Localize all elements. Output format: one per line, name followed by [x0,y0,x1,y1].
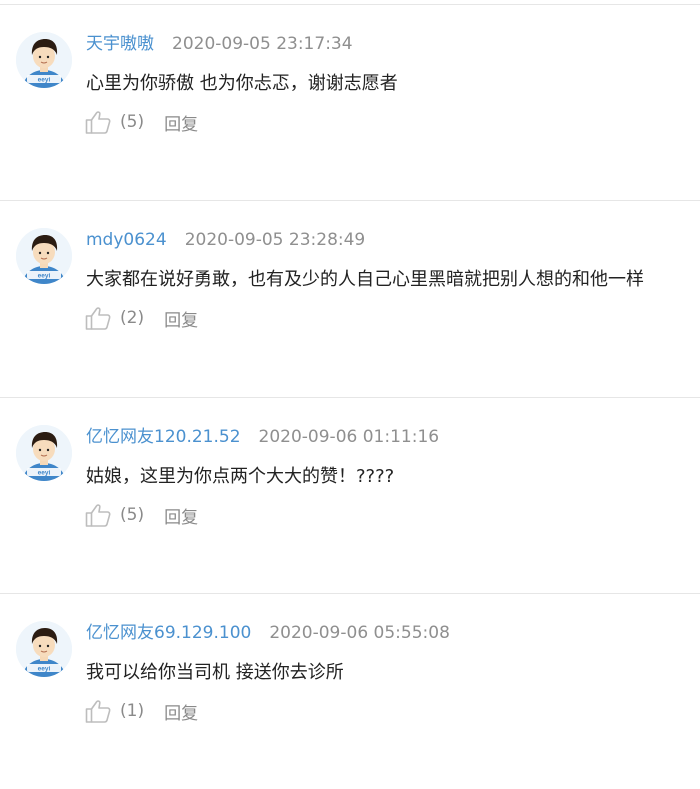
like-count: (2) [120,308,145,328]
comment-text: 大家都在说好勇敢，也有及少的人自己心里黑暗就把别人想的和他一样 [86,269,644,290]
comment-username[interactable]: 天宇嗷嗷 [86,34,154,54]
comment-time: 2020-09-05 23:17:34 [172,34,353,54]
comment-time: 2020-09-05 23:28:49 [184,230,366,250]
comment-username[interactable]: 亿忆网友120.21.52 [86,427,241,447]
comment-item: 天宇嗷嗷 2020-09-05 23:17:34 心里为你骄傲 也为你忐忑，谢谢志… [0,4,700,200]
like-count: (5) [120,112,145,132]
comment-actions: (2) 回复 [84,305,198,331]
comment-text: 心里为你骄傲 也为你忐忑，谢谢志愿者 [86,73,398,94]
thumbs-up-icon[interactable] [84,698,112,724]
comment-text: 我可以给你当司机 接送你去诊所 [86,662,344,683]
comment-item: 亿忆网友120.21.52 2020-09-06 01:11:16 姑娘，这里为你… [0,397,700,593]
comment-header: 亿忆网友69.129.100 2020-09-06 05:55:08 [86,623,450,643]
user-avatar-icon[interactable] [16,32,72,88]
comment-header: 亿忆网友120.21.52 2020-09-06 01:11:16 [86,427,439,447]
comment-actions: (5) 回复 [84,502,198,528]
reply-button[interactable]: 回复 [164,503,198,528]
like-count: (5) [120,505,145,525]
reply-button[interactable]: 回复 [164,699,198,724]
comment-text: 姑娘，这里为你点两个大大的赞！???? [86,466,395,487]
comment-list: 天宇嗷嗷 2020-09-05 23:17:34 心里为你骄傲 也为你忐忑，谢谢志… [0,0,700,753]
user-avatar-icon[interactable] [16,621,72,677]
thumbs-up-icon[interactable] [84,109,112,135]
comment-username[interactable]: 亿忆网友69.129.100 [86,623,251,643]
comment-time: 2020-09-06 05:55:08 [269,623,450,643]
comment-actions: (5) 回复 [84,109,198,135]
reply-button[interactable]: 回复 [164,306,198,331]
comment-item: 亿忆网友69.129.100 2020-09-06 05:55:08 我可以给你当… [0,593,700,789]
comment-header: mdy0624 2020-09-05 23:28:49 [86,230,365,250]
user-avatar-icon[interactable] [16,228,72,284]
comment-actions: (1) 回复 [84,698,198,724]
user-avatar-icon[interactable] [16,425,72,481]
thumbs-up-icon[interactable] [84,502,112,528]
reply-button[interactable]: 回复 [164,110,198,135]
thumbs-up-icon[interactable] [84,305,112,331]
comment-username[interactable]: mdy0624 [86,230,167,250]
comment-item: mdy0624 2020-09-05 23:28:49 大家都在说好勇敢，也有及少… [0,200,700,396]
comment-header: 天宇嗷嗷 2020-09-05 23:17:34 [86,34,353,54]
comment-time: 2020-09-06 01:11:16 [258,427,440,447]
like-count: (1) [120,701,145,721]
